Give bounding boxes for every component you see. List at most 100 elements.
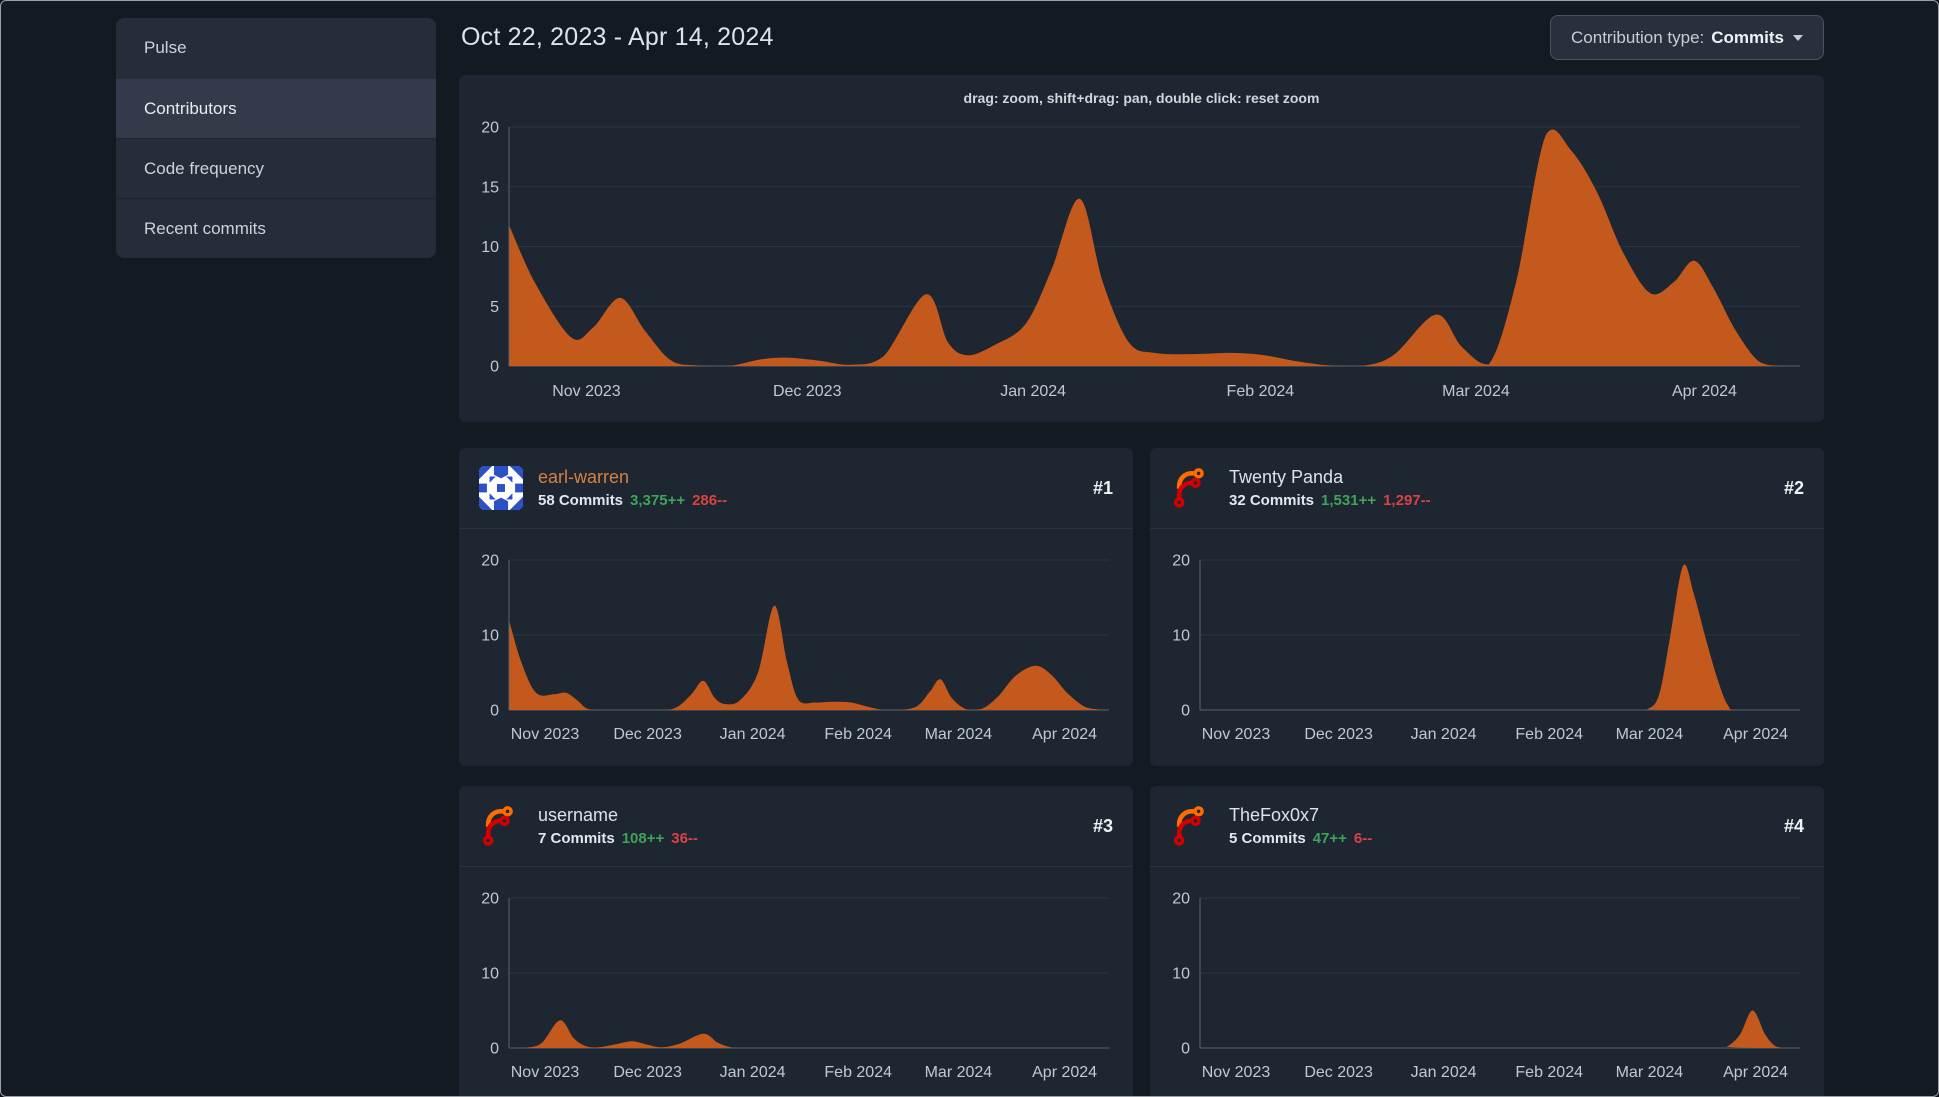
contributor-avatar[interactable] xyxy=(1170,466,1214,510)
contributor-stats: 5 Commits 47++ 6-- xyxy=(1229,830,1372,847)
overall-commits-chart[interactable]: 0 5 10 15 20 Nov 2023 Dec 2023 Jan 2024 Feb 2024… xyxy=(459,75,1824,422)
additions-count: 3,375++ xyxy=(630,492,686,509)
svg-text:Mar 2024: Mar 2024 xyxy=(1442,383,1510,400)
contributor-card-4: TheFox0x7 5 Commits 47++ 6-- #4 0 10 20 Nov 2… xyxy=(1150,786,1824,1096)
svg-text:0: 0 xyxy=(490,703,499,720)
sidebar-item-pulse[interactable]: Pulse xyxy=(116,18,436,78)
svg-text:0: 0 xyxy=(1181,1041,1190,1058)
chevron-down-icon xyxy=(1793,34,1803,41)
svg-text:Mar 2024: Mar 2024 xyxy=(925,1064,993,1081)
svg-text:0: 0 xyxy=(490,1041,499,1058)
svg-text:Feb 2024: Feb 2024 xyxy=(824,726,892,743)
contributor-card-2: Twenty Panda 32 Commits 1,531++ 1,297-- #2… xyxy=(1150,448,1824,766)
card0-area-chart-svg: 0 10 20 Nov 2023 Dec 2023 Jan 2024 Feb 2024 Mar… xyxy=(481,553,1109,743)
contributor-meta: earl-warren 58 Commits 3,375++ 286-- xyxy=(538,467,727,509)
sidebar-item-contributors[interactable]: Contributors xyxy=(116,78,436,138)
commit-count: 7 Commits xyxy=(538,830,615,847)
svg-text:20: 20 xyxy=(481,120,499,137)
commit-count: 5 Commits xyxy=(1229,830,1306,847)
deletions-count: 6-- xyxy=(1353,830,1373,847)
svg-text:Nov 2023: Nov 2023 xyxy=(552,383,621,400)
contributor-name-link[interactable]: earl-warren xyxy=(538,467,727,488)
main-area-chart-svg: 0 5 10 15 20 Nov 2023 Dec 2023 Jan 2024 Feb 2024… xyxy=(481,120,1800,400)
date-range-title: Oct 22, 2023 - Apr 14, 2024 xyxy=(461,23,774,51)
contributor-commits-chart[interactable]: 0 10 20 Nov 2023 Dec 2023 Jan 2024 Feb 2024 Mar… xyxy=(459,529,1133,766)
svg-text:10: 10 xyxy=(1172,628,1190,645)
contributor-name-link[interactable]: TheFox0x7 xyxy=(1229,805,1372,826)
contributor-name-link[interactable]: Twenty Panda xyxy=(1229,467,1431,488)
sidebar-item-code-frequency[interactable]: Code frequency xyxy=(116,138,436,198)
contributor-commits-chart[interactable]: 0 10 20 Nov 2023 Dec 2023 Jan 2024 Feb 2024 Mar… xyxy=(1150,867,1824,1096)
svg-text:Apr 2024: Apr 2024 xyxy=(1672,383,1737,400)
sidebar-item-recent-commits[interactable]: Recent commits xyxy=(116,198,436,258)
contributors-page: Pulse Contributors Code frequency Recent co… xyxy=(0,0,1939,1097)
svg-text:Mar 2024: Mar 2024 xyxy=(925,726,993,743)
deletions-count: 286-- xyxy=(692,492,728,509)
contributor-card-header: earl-warren 58 Commits 3,375++ 286-- #1 xyxy=(459,448,1133,529)
contributor-avatar[interactable] xyxy=(1170,804,1214,848)
svg-text:Jan 2024: Jan 2024 xyxy=(1411,726,1477,743)
contributors-content: Oct 22, 2023 - Apr 14, 2024 Contribution… xyxy=(459,1,1824,1096)
svg-text:10: 10 xyxy=(481,239,499,256)
svg-text:Feb 2024: Feb 2024 xyxy=(1515,1064,1583,1081)
deletions-count: 36-- xyxy=(671,830,698,847)
deletions-count: 1,297-- xyxy=(1383,492,1431,509)
rank-badge: #1 xyxy=(1092,477,1113,498)
forgejo-logo-icon xyxy=(482,806,513,846)
svg-text:Mar 2024: Mar 2024 xyxy=(1616,1064,1684,1081)
svg-text:Dec 2023: Dec 2023 xyxy=(1304,1064,1373,1081)
contributor-card-header: username 7 Commits 108++ 36-- #3 xyxy=(459,786,1133,867)
svg-text:Feb 2024: Feb 2024 xyxy=(1227,383,1295,400)
svg-text:Apr 2024: Apr 2024 xyxy=(1032,1064,1097,1081)
svg-text:Feb 2024: Feb 2024 xyxy=(1515,726,1583,743)
svg-text:20: 20 xyxy=(481,891,499,908)
svg-text:Jan 2024: Jan 2024 xyxy=(720,726,786,743)
svg-text:Mar 2024: Mar 2024 xyxy=(1616,726,1684,743)
contribution-type-dropdown[interactable]: Contribution type: Commits xyxy=(1550,15,1824,60)
contribution-type-value: Commits xyxy=(1711,27,1784,47)
commit-count: 32 Commits xyxy=(1229,492,1315,509)
contributor-stats: 32 Commits 1,531++ 1,297-- xyxy=(1229,492,1431,509)
identicon-avatar-icon xyxy=(479,466,523,510)
additions-count: 1,531++ xyxy=(1321,492,1377,509)
card1-area-chart-svg: 0 10 20 Nov 2023 Dec 2023 Jan 2024 Feb 2024 Mar… xyxy=(1172,553,1800,743)
contributor-name-link[interactable]: username xyxy=(538,805,698,826)
svg-text:Nov 2023: Nov 2023 xyxy=(1202,726,1271,743)
svg-text:Apr 2024: Apr 2024 xyxy=(1723,726,1788,743)
svg-text:10: 10 xyxy=(481,628,499,645)
contributor-card-header: Twenty Panda 32 Commits 1,531++ 1,297-- #2 xyxy=(1150,448,1824,529)
svg-text:Apr 2024: Apr 2024 xyxy=(1723,1064,1788,1081)
contributor-avatar[interactable] xyxy=(479,466,523,510)
svg-text:0: 0 xyxy=(1181,703,1190,720)
contributor-stats: 58 Commits 3,375++ 286-- xyxy=(538,492,727,509)
svg-text:0: 0 xyxy=(490,359,499,376)
svg-text:Dec 2023: Dec 2023 xyxy=(613,726,682,743)
forgejo-logo-icon xyxy=(1173,468,1204,508)
svg-text:5: 5 xyxy=(490,299,499,316)
card3-area-chart-svg: 0 10 20 Nov 2023 Dec 2023 Jan 2024 Feb 2024 Mar… xyxy=(1172,891,1800,1081)
svg-text:Feb 2024: Feb 2024 xyxy=(824,1064,892,1081)
contributor-commits-chart[interactable]: 0 10 20 Nov 2023 Dec 2023 Jan 2024 Feb 2024 Mar… xyxy=(459,867,1133,1096)
svg-text:Nov 2023: Nov 2023 xyxy=(511,1064,580,1081)
rank-badge: #3 xyxy=(1092,815,1113,836)
svg-text:Jan 2024: Jan 2024 xyxy=(1411,1064,1477,1081)
contributor-meta: TheFox0x7 5 Commits 47++ 6-- xyxy=(1229,805,1372,847)
svg-text:10: 10 xyxy=(1172,966,1190,983)
rank-badge: #2 xyxy=(1783,477,1804,498)
svg-text:Dec 2023: Dec 2023 xyxy=(773,383,842,400)
svg-text:20: 20 xyxy=(481,553,499,570)
svg-text:Dec 2023: Dec 2023 xyxy=(1304,726,1373,743)
contributor-avatar[interactable] xyxy=(479,804,523,848)
svg-text:Apr 2024: Apr 2024 xyxy=(1032,726,1097,743)
contributor-meta: Twenty Panda 32 Commits 1,531++ 1,297-- xyxy=(1229,467,1431,509)
forgejo-logo-icon xyxy=(1173,806,1204,846)
svg-text:Nov 2023: Nov 2023 xyxy=(511,726,580,743)
contributor-meta: username 7 Commits 108++ 36-- xyxy=(538,805,698,847)
rank-badge: #4 xyxy=(1783,815,1804,836)
svg-text:20: 20 xyxy=(1172,553,1190,570)
contributor-commits-chart[interactable]: 0 10 20 Nov 2023 Dec 2023 Jan 2024 Feb 2024 Mar… xyxy=(1150,529,1824,766)
commit-count: 58 Commits xyxy=(538,492,624,509)
svg-text:Nov 2023: Nov 2023 xyxy=(1202,1064,1271,1081)
repo-activity-sidebar: Pulse Contributors Code frequency Recent co… xyxy=(116,18,436,258)
svg-text:Jan 2024: Jan 2024 xyxy=(1000,383,1066,400)
